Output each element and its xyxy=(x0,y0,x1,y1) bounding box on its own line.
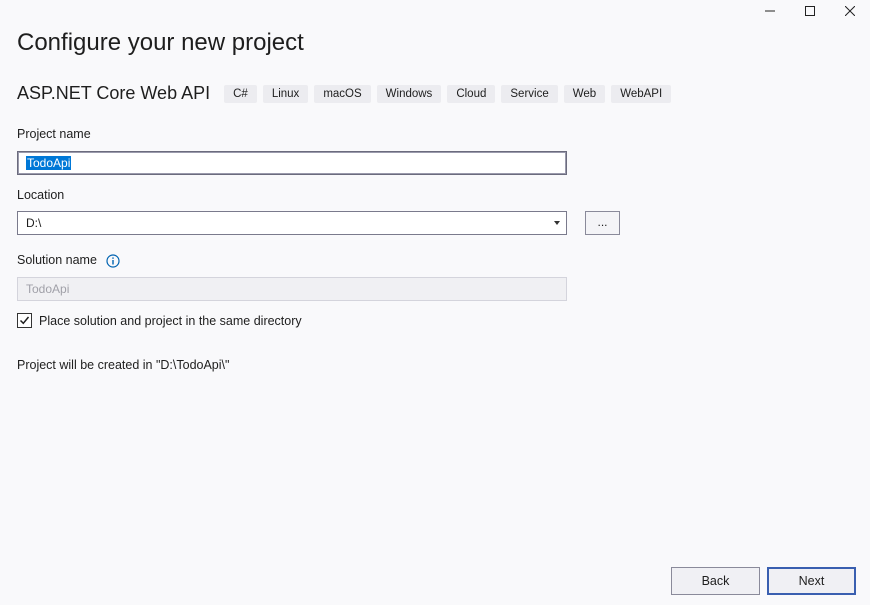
project-name-value: TodoApi xyxy=(26,156,72,170)
next-button[interactable]: Next xyxy=(767,567,856,595)
tag: WebAPI xyxy=(611,84,672,103)
same-directory-checkbox[interactable] xyxy=(17,313,32,328)
tag: Windows xyxy=(376,84,442,103)
location-value: D:\ xyxy=(26,216,42,230)
same-directory-option[interactable]: Place solution and project in the same d… xyxy=(17,313,302,328)
tag: Linux xyxy=(262,84,309,103)
solution-name-label: Solution name xyxy=(17,253,97,267)
tag: Cloud xyxy=(447,84,496,103)
chevron-down-icon[interactable] xyxy=(554,221,560,225)
tag: macOS xyxy=(314,84,371,103)
window-controls xyxy=(750,0,870,22)
maximize-button[interactable] xyxy=(790,0,830,22)
template-tags: C# Linux macOS Windows Cloud Service Web… xyxy=(224,84,672,103)
checkmark-icon xyxy=(19,316,30,325)
back-button[interactable]: Back xyxy=(671,567,760,595)
location-label: Location xyxy=(17,188,65,202)
browse-button[interactable]: ... xyxy=(585,211,620,235)
template-name: ASP.NET Core Web API xyxy=(17,83,211,103)
template-row: ASP.NET Core Web API C# Linux macOS Wind… xyxy=(17,83,672,104)
location-combobox[interactable]: D:\ xyxy=(17,211,567,235)
tag: C# xyxy=(224,84,257,103)
project-name-input[interactable]: TodoApi xyxy=(17,151,567,175)
page-title: Configure your new project xyxy=(17,29,304,56)
solution-name-label-row: Solution name xyxy=(17,253,121,268)
tag: Web xyxy=(563,84,606,103)
info-icon[interactable] xyxy=(106,254,121,268)
close-icon xyxy=(845,6,855,16)
close-button[interactable] xyxy=(830,0,870,22)
solution-name-value: TodoApi xyxy=(26,282,70,296)
minimize-icon xyxy=(765,10,775,12)
solution-name-input: TodoApi xyxy=(17,277,567,301)
minimize-button[interactable] xyxy=(750,0,790,22)
tag: Service xyxy=(501,84,558,103)
project-path-text: Project will be created in "D:\TodoApi\" xyxy=(17,358,230,372)
project-name-label: Project name xyxy=(17,127,91,141)
maximize-icon xyxy=(805,6,815,16)
same-directory-label: Place solution and project in the same d… xyxy=(39,313,302,328)
